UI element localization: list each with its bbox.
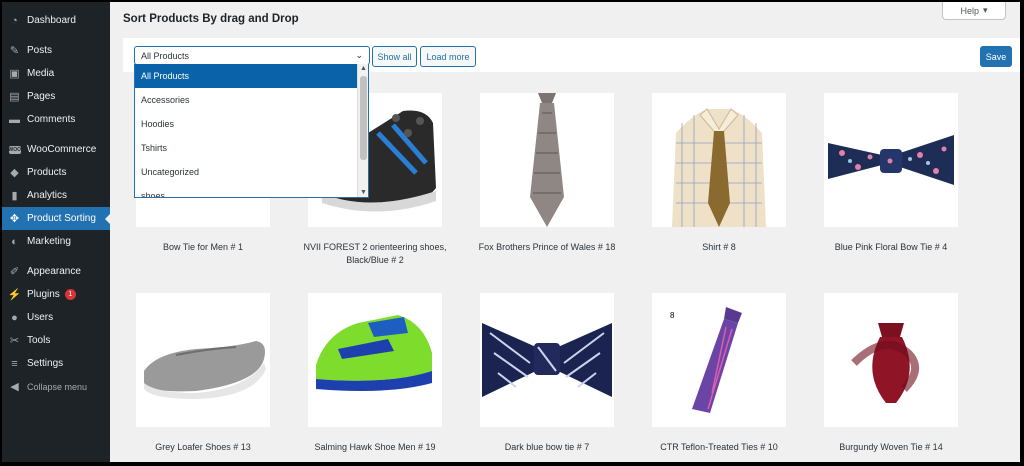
dropdown-option-accessories[interactable]: Accessories — [135, 88, 368, 112]
sidebar-item-label: Analytics — [27, 190, 68, 201]
dropdown-option-tshirts[interactable]: Tshirts — [135, 136, 368, 160]
product-card[interactable]: Burgundy Woven Tie # 14 — [811, 293, 971, 454]
scroll-up-arrow-icon[interactable]: ▲ — [358, 65, 368, 72]
save-button[interactable]: Save — [980, 46, 1012, 67]
woocommerce-icon: WOO — [8, 145, 21, 154]
sidebar-item-woocommerce[interactable]: WOO WooCommerce — [2, 138, 110, 161]
dropdown-option-all-products[interactable]: All Products — [135, 64, 368, 88]
pin-icon: ✎ — [9, 45, 20, 57]
sidebar-item-label: Appearance — [27, 266, 81, 277]
scrollbar-thumb[interactable] — [360, 76, 367, 160]
dashboard-icon: ◔ — [11, 14, 18, 27]
dropdown-option-uncategorized[interactable]: Uncategorized — [135, 160, 368, 184]
collapse-arrow-icon: ◀ — [10, 381, 19, 393]
product-card[interactable]: Grey Loafer Shoes # 13 — [123, 293, 283, 454]
show-all-button[interactable]: Show all — [372, 46, 417, 67]
move-arrows-icon: ✥ — [9, 213, 20, 225]
megaphone-icon: ◐ — [11, 235, 18, 248]
product-image — [308, 293, 442, 427]
user-icon: ● — [11, 311, 18, 324]
sidebar-item-media[interactable]: ▣ Media — [2, 62, 110, 85]
sliders-icon: ≡ — [11, 357, 18, 370]
product-name: Fox Brothers Prince of Wales # 18 — [478, 242, 616, 252]
product-card[interactable]: Shirt # 8 — [639, 93, 799, 254]
sidebar-item-marketing[interactable]: ◐ Marketing — [2, 230, 110, 253]
sidebar-item-dashboard[interactable]: ◔ Dashboard — [2, 9, 110, 32]
product-name: Shirt # 8 — [702, 242, 736, 252]
sidebar-item-tools[interactable]: ✂ Tools — [2, 329, 110, 352]
corner-label: 8 — [670, 311, 675, 320]
wrench-icon: ✂ — [9, 335, 20, 347]
sidebar-item-product-sorting[interactable]: ✥ Product Sorting — [2, 207, 111, 230]
product-name: CTR Teflon-Treated Ties # 10 — [660, 442, 778, 452]
sidebar-item-settings[interactable]: ≡ Settings — [2, 352, 110, 375]
sidebar-item-label: Posts — [27, 45, 53, 56]
sidebar-item-plugins[interactable]: ⚡ Plugins 1 — [2, 283, 110, 306]
sidebar-item-analytics[interactable]: ▮ Analytics — [2, 184, 110, 207]
sidebar-item-label: WooCommerce — [27, 144, 97, 155]
pages-icon: ▤ — [9, 91, 20, 103]
help-label: Help — [960, 5, 979, 16]
product-name: Burgundy Woven Tie # 14 — [839, 442, 943, 452]
dropdown-option-shoes[interactable]: shoes — [135, 184, 368, 197]
product-card[interactable]: Blue Pink Floral Bow Tie # 4 — [811, 93, 971, 254]
paintbrush-icon: ✐ — [9, 266, 20, 278]
comment-icon: ▬ — [9, 113, 20, 126]
product-card[interactable]: 8 CTR Teflon-Treated Ties # 10 — [639, 293, 799, 454]
product-name: Dark blue bow tie # 7 — [504, 442, 590, 452]
product-image — [824, 293, 958, 427]
sidebar-item-label: Marketing — [27, 236, 71, 247]
collapse-menu-button[interactable]: ◀ Collapse menu — [2, 375, 110, 398]
plugins-update-badge: 1 — [64, 289, 76, 300]
sidebar-item-label: Comments — [27, 114, 76, 125]
dropdown-option-hoodies[interactable]: Hoodies — [135, 112, 368, 136]
sidebar-item-users[interactable]: ● Users — [2, 306, 110, 329]
sidebar-item-label: Products — [27, 167, 67, 178]
product-name: Blue Pink Floral Bow Tie # 4 — [834, 242, 948, 252]
product-name: NVII FOREST 2 orienteering shoes, Black/… — [303, 242, 447, 265]
sidebar-item-label: Media — [27, 68, 55, 79]
box-icon: ◆ — [10, 167, 19, 179]
sidebar-item-posts[interactable]: ✎ Posts — [2, 39, 110, 62]
category-dropdown-list: All Products Accessories Hoodies Tshirts… — [134, 64, 369, 198]
sidebar-item-comments[interactable]: ▬ Comments — [2, 108, 110, 131]
admin-sidebar: ◔ Dashboard ✎ Posts ▣ Media ▤ Pages ▬ Co… — [2, 2, 111, 462]
sidebar-item-appearance[interactable]: ✐ Appearance — [2, 260, 110, 283]
category-select[interactable]: All Products ⌄ — [134, 46, 370, 65]
sidebar-item-label: Users — [27, 312, 54, 323]
collapse-menu-label: Collapse menu — [27, 381, 88, 392]
plug-icon: ⚡ — [7, 289, 22, 301]
bar-chart-icon: ▮ — [11, 190, 18, 202]
scroll-down-arrow-icon[interactable]: ▼ — [358, 189, 368, 196]
sidebar-item-pages[interactable]: ▤ Pages — [2, 85, 110, 108]
product-image — [824, 93, 958, 227]
product-card[interactable]: Salming Hawk Shoe Men # 19 — [295, 293, 455, 454]
product-image — [652, 93, 786, 227]
load-more-button[interactable]: Load more — [420, 46, 476, 67]
media-icon: ▣ — [9, 68, 20, 80]
product-card[interactable]: Dark blue bow tie # 7 — [467, 293, 627, 454]
sidebar-item-label: Tools — [27, 335, 51, 346]
sidebar-item-products[interactable]: ◆ Products — [2, 161, 110, 184]
dropdown-scrollbar[interactable]: ▲ ▼ — [357, 64, 368, 197]
wp-admin-window: ◔ Dashboard ✎ Posts ▣ Media ▤ Pages ▬ Co… — [2, 2, 1020, 462]
sidebar-item-label: Product Sorting — [27, 213, 96, 224]
page-title: Sort Products By drag and Drop — [123, 13, 299, 25]
product-image — [480, 93, 614, 227]
product-image — [480, 293, 614, 427]
caret-down-icon: ▾ — [982, 5, 988, 15]
sidebar-item-label: Pages — [27, 91, 56, 102]
sidebar-item-label: Settings — [27, 358, 64, 369]
product-image — [136, 293, 270, 427]
sidebar-item-label: Dashboard — [27, 15, 76, 26]
help-tab-button[interactable]: Help ▾ — [942, 2, 1006, 20]
chevron-down-icon: ⌄ — [355, 50, 363, 60]
product-card[interactable]: Fox Brothers Prince of Wales # 18 — [467, 93, 627, 254]
sidebar-item-label: Plugins — [27, 289, 60, 300]
product-image: 8 — [652, 293, 786, 427]
product-name: Grey Loafer Shoes # 13 — [155, 442, 251, 452]
product-name: Bow Tie for Men # 1 — [162, 242, 244, 252]
category-select-value: All Products — [141, 50, 190, 61]
product-name: Salming Hawk Shoe Men # 19 — [314, 442, 436, 452]
